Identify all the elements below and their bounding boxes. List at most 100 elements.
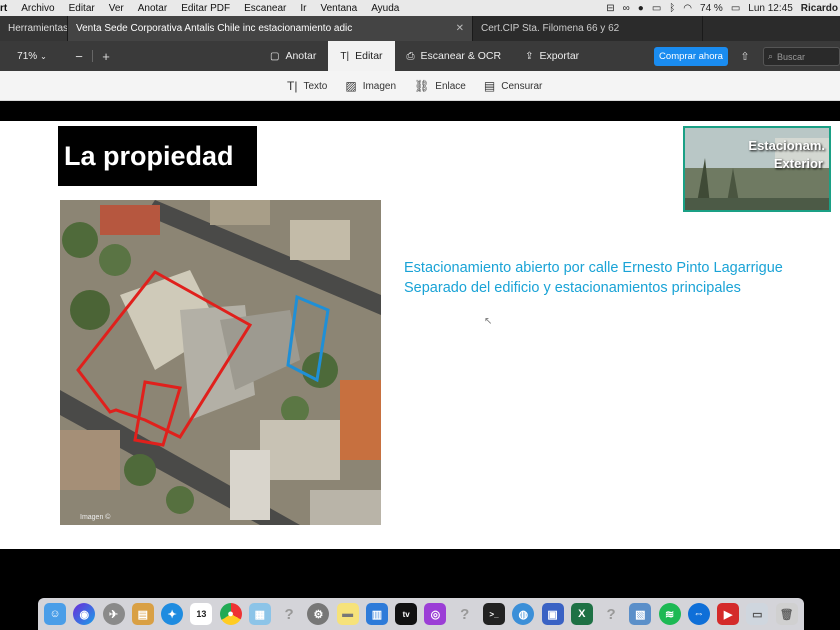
search-icon: ⌕ — [768, 51, 774, 61]
battery-icon[interactable]: ▭ — [731, 3, 740, 14]
page-gap-bottom — [0, 549, 840, 597]
tab-other-document[interactable]: Cert.CIP Sta. Filomena 66 y 62 — [473, 16, 703, 41]
calendar-icon[interactable]: 13 — [190, 603, 213, 625]
buy-now-button[interactable]: Comprar ahora — [654, 47, 728, 66]
menu-ventana[interactable]: Ventana — [313, 3, 364, 14]
wifi-icon[interactable]: ◠ — [683, 3, 692, 14]
notes-icon[interactable]: ▤ — [131, 603, 154, 625]
export-icon: ⇪ — [525, 50, 534, 62]
spotify-icon[interactable]: ≋ — [658, 603, 681, 625]
caption-line-1: Estacionamiento abierto por calle Ernest… — [404, 260, 783, 276]
mouse-cursor-icon: ↖ — [484, 316, 493, 327]
menu-archivo[interactable]: Archivo — [14, 3, 61, 14]
aerial-map — [60, 200, 381, 525]
tool-imagen[interactable]: ▨ Imagen — [345, 79, 396, 93]
menu-editar-pdf[interactable]: Editar PDF — [174, 3, 237, 14]
menu-ayuda[interactable]: Ayuda — [364, 3, 406, 14]
creative-cloud-icon[interactable]: ∞ — [623, 3, 630, 14]
mode-editar[interactable]: T| Editar — [328, 41, 395, 71]
page-gap — [0, 101, 840, 121]
launchpad-icon[interactable]: ✈ — [102, 603, 125, 625]
redact-icon: ▤ — [483, 79, 496, 93]
network-icon[interactable]: ◍ — [512, 603, 535, 625]
system-preferences-icon[interactable]: ⚙ — [307, 603, 330, 625]
status-menus: ⊟ ∞ ● ▭ ᛒ ◠ 74 % ▭ Lun 12:45 Ricardo — [606, 0, 840, 16]
tool-censurar[interactable]: ▤ Censurar — [484, 79, 542, 93]
mode-escanear-label: Escanear & OCR — [420, 50, 502, 62]
zoom-buttons: − + — [68, 46, 117, 66]
menu-anotar[interactable]: Anotar — [131, 3, 174, 14]
search-input[interactable]: ⌕ Buscar — [763, 47, 840, 66]
chevron-down-icon: ⌄ — [40, 51, 47, 61]
pdf-page: La propiedad Estacionam. Exterior Imagen… — [0, 121, 840, 549]
safari-icon[interactable]: ✦ — [161, 603, 184, 625]
menu-escanear[interactable]: Escanear — [237, 3, 293, 14]
mode-escanear[interactable]: ⎙ Escanear & OCR — [395, 41, 514, 71]
presentation-icon[interactable]: ▶ — [717, 603, 740, 625]
mode-anotar[interactable]: ▢ Anotar — [258, 41, 328, 71]
zoom-in-button[interactable]: + — [95, 46, 117, 66]
main-toolbar: 71% ⌄ − + ▢ Anotar T| Editar ⎙ Escanear … — [0, 41, 840, 71]
mode-exportar[interactable]: ⇪ Exportar — [513, 41, 591, 71]
close-icon[interactable]: ✕ — [456, 23, 464, 34]
mode-tabs: ▢ Anotar T| Editar ⎙ Escanear & OCR ⇪ Ex… — [258, 41, 591, 71]
user-icon[interactable]: ● — [638, 3, 644, 14]
map-credit: Imagen © — [80, 514, 111, 521]
text-icon: T| — [287, 79, 298, 93]
unknown-app-icon[interactable]: ? — [278, 603, 300, 625]
preview-icon[interactable]: ▦ — [248, 603, 271, 625]
tab-other-label: Cert.CIP Sta. Filomena 66 y 62 — [481, 23, 620, 34]
screen-sharing-icon[interactable]: ▣ — [541, 603, 564, 625]
battery-percent: 74 % — [700, 2, 723, 14]
teamviewer-icon[interactable]: ⇔ — [687, 603, 710, 625]
bluetooth-icon[interactable]: ᛒ — [669, 3, 675, 14]
airplay-icon[interactable]: ▭ — [652, 3, 661, 14]
preview-document-icon[interactable]: ▧ — [629, 603, 652, 625]
clock[interactable]: Lun 12:45 — [748, 3, 793, 14]
mode-anotar-label: Anotar — [285, 50, 317, 62]
tool-texto[interactable]: T| Texto — [287, 79, 327, 93]
share-icon[interactable]: ⇧ — [737, 48, 753, 64]
menu-app-name[interactable]: rt — [0, 3, 14, 14]
terminal-icon[interactable]: >_ — [482, 603, 505, 625]
image-icon: ▨ — [345, 79, 357, 93]
annotate-icon: ▢ — [270, 50, 280, 62]
siri-icon[interactable]: ◉ — [73, 603, 96, 625]
tab-tools[interactable]: Herramientas — [0, 16, 68, 41]
stickies-icon[interactable]: ▬ — [336, 603, 359, 625]
menu-editar[interactable]: Editar — [62, 3, 102, 14]
edit-toolbar: T| Texto ▨ Imagen ⛓ Enlace ▤ Censurar — [0, 71, 840, 101]
unknown-app-icon-2[interactable]: ? — [454, 603, 476, 625]
tool-imagen-label: Imagen — [362, 80, 397, 92]
zoom-select[interactable]: 71% ⌄ — [8, 46, 56, 66]
zoom-value: 71% — [17, 50, 38, 62]
apple-tv-icon[interactable]: tv — [395, 603, 418, 625]
search-placeholder: Buscar — [777, 51, 806, 62]
excel-icon[interactable]: X — [570, 603, 593, 625]
menu-ver[interactable]: Ver — [102, 3, 131, 14]
podcasts-icon[interactable]: ◎ — [424, 603, 447, 625]
tab-bar: Herramientas Venta Sede Corporativa Anta… — [0, 16, 840, 41]
tab-active-document[interactable]: Venta Sede Corporativa Antalis Chile inc… — [68, 16, 473, 41]
scan-icon: ⎙ — [406, 50, 415, 62]
menu-ir[interactable]: Ir — [293, 3, 313, 14]
mode-editar-label: Editar — [355, 50, 383, 62]
tab-tools-label: Herramientas — [8, 23, 68, 34]
link-icon: ⛓ — [414, 79, 430, 93]
finder-window-icon[interactable]: ▭ — [746, 603, 769, 625]
screen: rt Archivo Editar Ver Anotar Editar PDF … — [0, 0, 840, 630]
menu-bar: rt Archivo Editar Ver Anotar Editar PDF … — [0, 0, 840, 16]
trash-icon[interactable]: 🗑 — [775, 603, 798, 625]
zoom-out-button[interactable]: − — [68, 46, 90, 66]
tool-enlace[interactable]: ⛓ Enlace — [414, 79, 466, 93]
user-name[interactable]: Ricardo — [801, 3, 838, 14]
chrome-icon[interactable]: ● — [219, 603, 242, 625]
dock: ☺ ◉ ✈ ▤ ✦ 13 ● ▦ ? ⚙ ▬ ▥ tv ◎ ? >_ ◍ ▣ X… — [38, 598, 804, 630]
parking-photo-thumbnail[interactable]: Estacionam. Exterior — [683, 126, 831, 212]
finder-icon[interactable]: ☺ — [44, 603, 66, 625]
tab-active-label: Venta Sede Corporativa Antalis Chile inc… — [76, 23, 353, 34]
tool-texto-label: Texto — [303, 80, 328, 92]
keynote-icon[interactable]: ▥ — [365, 603, 388, 625]
unknown-app-icon-3[interactable]: ? — [600, 603, 622, 625]
screen-record-icon[interactable]: ⊟ — [606, 3, 614, 14]
